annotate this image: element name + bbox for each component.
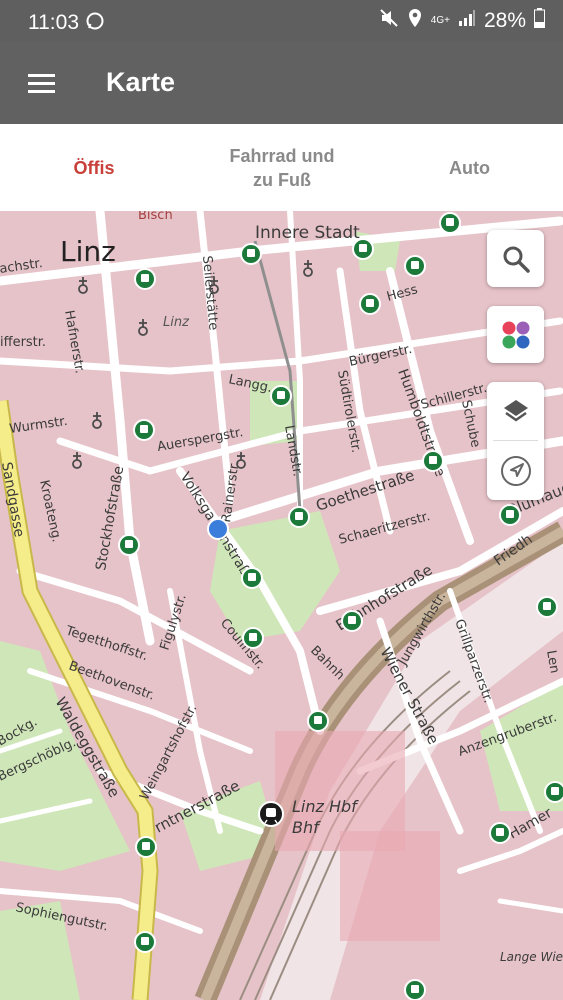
navigation-arrow-icon — [500, 456, 531, 486]
map-label-lange-wiesen: Lange Wiesen — [500, 950, 563, 964]
bus-stop-icon — [118, 534, 140, 556]
bus-stop-icon — [439, 212, 461, 234]
map-label-linz-small: Linz — [163, 315, 190, 330]
map-label-ifferstr: ifferstr. — [0, 335, 46, 350]
bus-stop-icon — [307, 710, 329, 732]
map-view[interactable]: Linz Innere Stadt Bisch Linz achstr. Haf… — [0, 211, 563, 1000]
bus-stop-icon — [536, 596, 558, 618]
tab-oeffis-label: Öffis — [73, 157, 115, 178]
layers-button[interactable] — [487, 382, 544, 440]
bus-stop-icon — [241, 567, 263, 589]
battery-percent: 28% — [483, 9, 526, 32]
mute-icon — [379, 8, 399, 34]
map-label-linz: Linz — [60, 235, 116, 268]
bus-stop-icon — [270, 385, 292, 407]
bus-stop-icon — [352, 238, 374, 260]
tab-oeffis[interactable]: Öffis — [0, 124, 188, 211]
locate-me-button[interactable] — [487, 442, 544, 500]
bus-stop-icon — [404, 255, 426, 277]
map-label-bhf: Bhf — [292, 818, 321, 837]
map-label-bischof: Bisch — [138, 211, 173, 223]
palette-icon — [502, 321, 529, 348]
bus-stop-icon — [240, 243, 262, 265]
layers-icon — [503, 400, 528, 422]
map-style-button[interactable] — [487, 306, 544, 363]
bus-stop-icon — [359, 293, 381, 315]
whatsapp-icon — [86, 12, 104, 36]
map-search-button[interactable] — [487, 230, 544, 287]
map-canvas: Linz Innere Stadt Bisch Linz achstr. Haf… — [0, 211, 563, 1000]
tab-auto[interactable]: Auto — [376, 124, 563, 211]
transport-mode-tabs: Öffis Fahrrad und zu Fuß Auto — [0, 124, 563, 212]
tab-fahrrad-label: Fahrrad und zu Fuß — [229, 145, 335, 190]
status-bar: 11:03 4G+ 28% — [0, 0, 563, 42]
bus-stop-icon — [288, 506, 310, 528]
train-station-icon — [258, 801, 284, 827]
bus-stop-icon — [242, 627, 264, 649]
tab-fahrrad-zu-fuss[interactable]: Fahrrad und zu Fuß — [188, 124, 376, 211]
bus-stop-icon — [489, 822, 511, 844]
bus-stop-icon — [499, 504, 521, 526]
controls-divider — [493, 440, 538, 441]
map-label-innere-stadt: Innere Stadt — [255, 223, 360, 243]
map-layer-controls — [487, 382, 544, 500]
hamburger-menu-icon[interactable] — [22, 66, 62, 100]
bus-stop-icon — [404, 979, 426, 1000]
bus-stop-icon — [544, 781, 563, 803]
network-type: 4G+ — [430, 15, 450, 26]
location-icon — [407, 8, 423, 34]
bus-stop-icon — [134, 931, 156, 953]
app-bar: Karte — [0, 42, 563, 124]
status-time: 11:03 — [28, 11, 79, 34]
status-icons: 4G+ 28% — [379, 8, 545, 34]
map-label-linz-hbf: Linz Hbf — [292, 797, 359, 816]
tab-auto-label: Auto — [449, 157, 490, 178]
search-icon — [503, 246, 530, 273]
bus-stop-icon — [341, 610, 363, 632]
bus-stop-icon — [422, 450, 444, 472]
signal-icon — [458, 9, 476, 33]
bus-stop-icon — [133, 419, 155, 441]
current-location-dot — [207, 518, 229, 540]
battery-icon — [534, 8, 545, 34]
bus-stop-icon — [134, 268, 156, 290]
page-title: Karte — [106, 67, 176, 97]
bus-stop-icon — [135, 836, 157, 858]
